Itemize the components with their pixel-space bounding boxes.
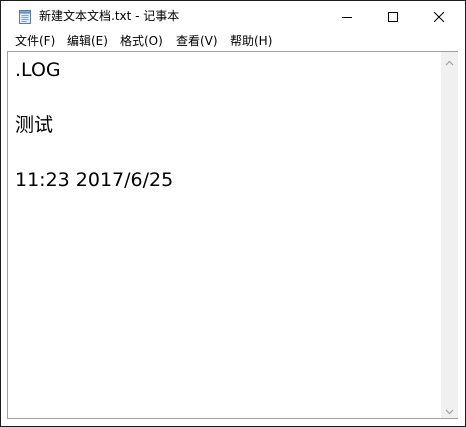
scroll-track[interactable]	[441, 69, 458, 401]
vertical-scrollbar[interactable]	[441, 52, 458, 418]
scroll-down-button[interactable]	[441, 401, 458, 418]
title-bar[interactable]: 新建文本文档.txt - 记事本	[1, 1, 465, 31]
editor-line: 11:23 2017/6/25	[15, 169, 174, 191]
text-editor[interactable]: .LOG 测试 11:23 2017/6/25	[9, 53, 441, 417]
menu-file[interactable]: 文件(F)	[13, 33, 57, 49]
minimize-icon	[342, 7, 352, 26]
close-icon	[433, 7, 445, 26]
menu-bar: 文件(F) 编辑(E) 格式(O) 查看(V) 帮助(H)	[1, 31, 465, 51]
chevron-down-icon	[445, 400, 454, 419]
menu-format[interactable]: 格式(O)	[118, 33, 165, 49]
menu-help[interactable]: 帮助(H)	[228, 33, 274, 49]
notepad-window: 新建文本文档.txt - 记事本 文件(F) 编辑(E) 格式(O) 查看(V)…	[0, 0, 466, 427]
chevron-up-icon	[445, 51, 454, 70]
minimize-button[interactable]	[324, 1, 370, 31]
menu-edit[interactable]: 编辑(E)	[65, 33, 110, 49]
editor-line: 测试	[15, 114, 54, 136]
window-title: 新建文本文档.txt - 记事本	[39, 9, 180, 23]
close-button[interactable]	[416, 1, 462, 31]
editor-line: .LOG	[15, 59, 61, 81]
scroll-up-button[interactable]	[441, 52, 458, 69]
notepad-icon[interactable]	[18, 9, 32, 24]
editor-frame: .LOG 测试 11:23 2017/6/25	[7, 51, 458, 419]
maximize-icon	[388, 7, 398, 26]
maximize-button[interactable]	[370, 1, 416, 31]
menu-view[interactable]: 查看(V)	[174, 33, 220, 49]
